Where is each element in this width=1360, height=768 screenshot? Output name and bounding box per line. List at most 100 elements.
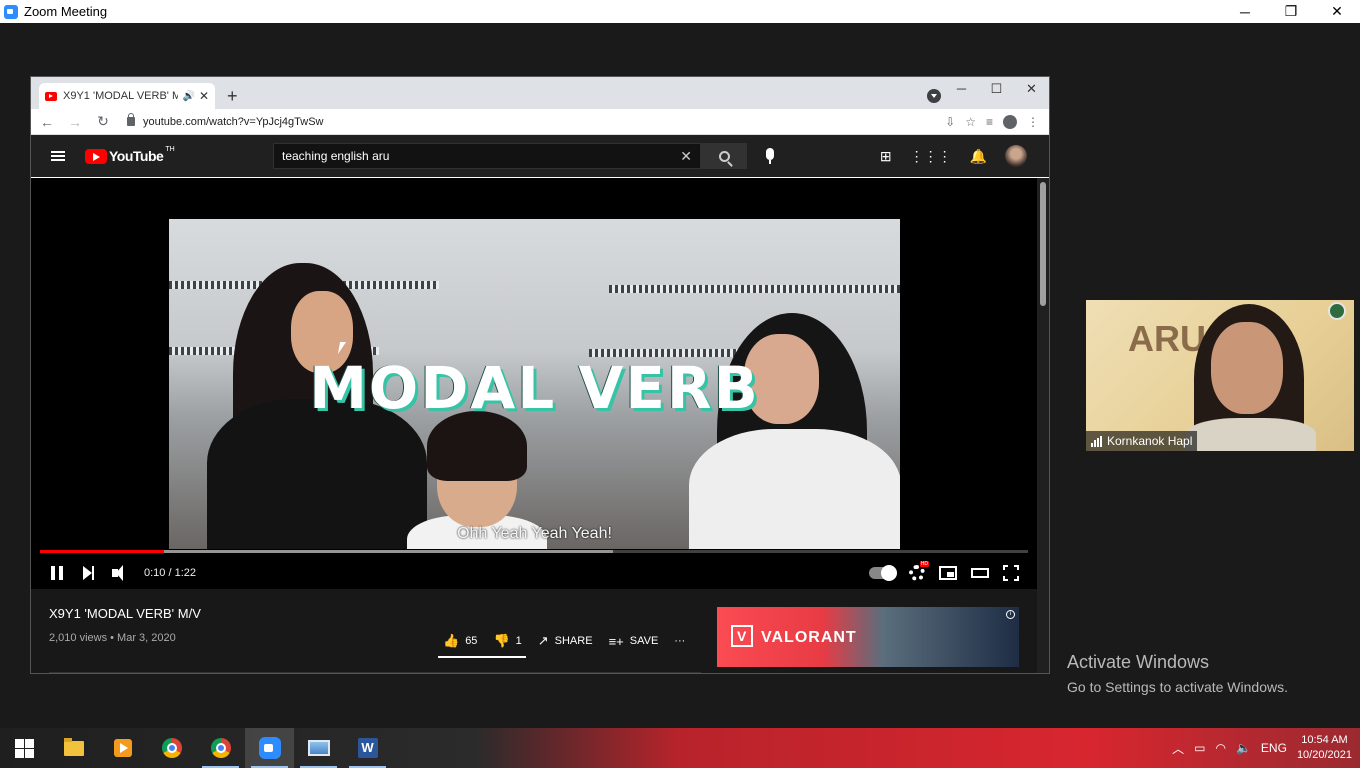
settings-gear-icon[interactable]: HD bbox=[909, 561, 929, 581]
browser-menu-icon[interactable]: ⋮ bbox=[1027, 115, 1039, 129]
divider bbox=[49, 672, 701, 673]
pause-icon[interactable] bbox=[51, 566, 63, 580]
save-button[interactable]: ≡+ SAVE bbox=[609, 634, 659, 649]
zoom-app-icon bbox=[4, 4, 18, 19]
video-progress-bar[interactable] bbox=[40, 550, 1028, 553]
video-views-date: 2,010 views • Mar 3, 2020 bbox=[49, 632, 176, 644]
taskbar-media-player[interactable] bbox=[98, 728, 147, 768]
taskbar-file-explorer[interactable] bbox=[49, 728, 98, 768]
system-tray: ︿ ▭ ◠ 🔈 ENG 10:54 AM 10/20/2021 bbox=[1172, 733, 1360, 763]
battery-icon[interactable]: ▭ bbox=[1194, 741, 1205, 755]
activate-windows-watermark: Activate Windows Go to Settings to activ… bbox=[1067, 652, 1288, 695]
taskbar-word[interactable]: W bbox=[343, 728, 392, 768]
bookmark-star-icon[interactable]: ☆ bbox=[965, 115, 976, 129]
video-caption: Ohh Yeah Yeah Yeah! bbox=[457, 525, 612, 542]
ad-brand-text: VALORANT bbox=[761, 629, 857, 646]
tab-audio-icon[interactable]: 🔊 bbox=[182, 91, 194, 102]
next-video-icon[interactable] bbox=[83, 566, 94, 580]
ad-info-icon[interactable]: i bbox=[1006, 610, 1015, 619]
start-button[interactable] bbox=[0, 728, 49, 768]
like-button[interactable]: 👍 65 bbox=[443, 633, 477, 649]
clock-date: 10/20/2021 bbox=[1296, 749, 1352, 761]
taskbar-clock[interactable]: 10:54 AM 10/20/2021 bbox=[1297, 733, 1352, 763]
show-hidden-icons-chevron-icon[interactable]: ︿ bbox=[1172, 740, 1184, 757]
volume-icon[interactable] bbox=[112, 565, 123, 581]
taskbar-chrome-2[interactable] bbox=[196, 728, 245, 768]
zoom-title-bar: Zoom Meeting ─ ❐ ✕ bbox=[0, 0, 1360, 23]
youtube-favicon-icon bbox=[45, 91, 57, 101]
wifi-icon[interactable]: ◠ bbox=[1215, 741, 1225, 755]
chrome-icon bbox=[161, 738, 182, 758]
word-icon: W bbox=[357, 738, 378, 758]
theater-mode-icon[interactable] bbox=[971, 568, 989, 578]
zoom-icon bbox=[258, 737, 281, 759]
tab-title: X9Y1 'MODAL VERB' M/V - Y bbox=[63, 90, 178, 102]
address-bar[interactable]: youtube.com/watch?v=YpJcj4gTwSw bbox=[115, 113, 945, 128]
playlist-add-icon: ≡+ bbox=[608, 633, 624, 649]
participant-video-tile[interactable]: ARU Kornkanok Hapl bbox=[1086, 300, 1354, 451]
dislike-button[interactable]: 👎 1 bbox=[493, 633, 521, 649]
zoom-close-button[interactable]: ✕ bbox=[1314, 0, 1360, 23]
video-player[interactable]: MODAL VERB Ohh Yeah Yeah Yeah! 0:10 / 1:… bbox=[31, 178, 1037, 589]
speaker-icon[interactable]: 🔈 bbox=[1236, 741, 1251, 755]
tab-close-icon[interactable]: ✕ bbox=[199, 89, 209, 103]
reading-list-icon[interactable]: ≡ bbox=[986, 115, 993, 129]
browser-close-button[interactable]: ✕ bbox=[1014, 79, 1049, 99]
autoplay-toggle[interactable] bbox=[869, 565, 897, 581]
fullscreen-icon[interactable] bbox=[1002, 564, 1020, 582]
miniplayer-icon[interactable] bbox=[939, 566, 957, 580]
shared-browser-window: X9Y1 'MODAL VERB' M/V - Y 🔊 ✕ + ─ ☐ ✕ ← … bbox=[30, 76, 1050, 674]
share-button[interactable]: ↗ SHARE bbox=[538, 633, 593, 649]
search-query-text: teaching english aru bbox=[282, 149, 390, 163]
youtube-account-avatar[interactable] bbox=[1005, 145, 1027, 167]
search-clear-icon[interactable]: ✕ bbox=[680, 148, 692, 165]
thumbs-up-icon: 👍 bbox=[443, 633, 460, 648]
youtube-logo[interactable]: YouTube TH bbox=[85, 146, 175, 164]
youtube-play-logo-icon bbox=[85, 148, 107, 164]
zoom-window-title: Zoom Meeting bbox=[24, 4, 108, 19]
new-tab-button[interactable]: + bbox=[227, 83, 238, 109]
progress-played bbox=[40, 550, 165, 553]
apps-grid-icon[interactable]: ⋮⋮⋮ bbox=[910, 148, 952, 165]
share-icon: ↗ bbox=[537, 633, 549, 648]
back-arrow-icon[interactable]: ← bbox=[35, 114, 59, 130]
install-app-icon[interactable]: ⇩ bbox=[945, 115, 955, 129]
reload-icon[interactable]: ↻ bbox=[91, 113, 115, 130]
virtual-background-text: ARU bbox=[1128, 318, 1206, 359]
ad-banner[interactable]: VALORANT i bbox=[717, 607, 1019, 667]
create-video-icon[interactable]: ⊞ bbox=[880, 148, 892, 165]
forward-arrow-icon[interactable]: → bbox=[63, 114, 87, 130]
taskbar-zoom[interactable] bbox=[245, 728, 294, 768]
lock-icon bbox=[127, 113, 135, 126]
notifications-bell-icon[interactable]: 🔔 bbox=[970, 148, 987, 165]
folder-icon bbox=[63, 737, 84, 756]
profile-avatar-icon[interactable] bbox=[1003, 114, 1017, 129]
taskbar-chrome-1[interactable] bbox=[147, 728, 196, 768]
video-overlay-title: MODAL VERB bbox=[309, 354, 760, 422]
youtube-search-button[interactable] bbox=[701, 143, 747, 169]
windows-logo-icon bbox=[15, 738, 34, 758]
tab-search-icon[interactable] bbox=[927, 89, 941, 103]
youtube-search-input[interactable]: teaching english aru ✕ bbox=[273, 143, 701, 169]
watermark-title: Activate Windows bbox=[1067, 652, 1210, 672]
chrome-icon bbox=[210, 738, 231, 758]
browser-minimize-button[interactable]: ─ bbox=[944, 79, 979, 99]
video-frame[interactable]: MODAL VERB Ohh Yeah Yeah Yeah! bbox=[169, 219, 900, 549]
youtube-menu-icon[interactable] bbox=[51, 151, 65, 161]
voice-search-mic-icon[interactable] bbox=[766, 148, 774, 164]
youtube-header: YouTube TH teaching english aru ✕ ⊞ ⋮⋮⋮ … bbox=[31, 135, 1049, 177]
taskbar-photos[interactable] bbox=[294, 728, 343, 768]
scrollbar-thumb[interactable] bbox=[1040, 182, 1046, 306]
zoom-minimize-button[interactable]: ─ bbox=[1222, 0, 1268, 23]
like-sentiment-bar bbox=[438, 656, 526, 658]
browser-tab-youtube[interactable]: X9Y1 'MODAL VERB' M/V - Y 🔊 ✕ bbox=[39, 83, 215, 109]
browser-maximize-button[interactable]: ☐ bbox=[979, 79, 1014, 99]
page-scrollbar[interactable] bbox=[1037, 178, 1049, 673]
watermark-subtitle: Go to Settings to activate Windows. bbox=[1067, 679, 1288, 695]
search-icon bbox=[718, 150, 730, 162]
time-display: 0:10 / 1:22 bbox=[144, 567, 196, 579]
more-actions-button[interactable]: ··· bbox=[674, 635, 685, 647]
video-title: X9Y1 'MODAL VERB' M/V bbox=[49, 606, 201, 621]
zoom-restore-button[interactable]: ❐ bbox=[1268, 0, 1314, 23]
input-language[interactable]: ENG bbox=[1261, 741, 1287, 755]
